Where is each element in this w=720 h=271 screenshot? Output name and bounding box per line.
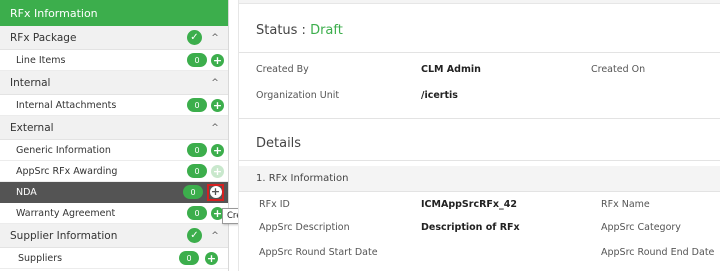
section-external[interactable]: External ^ — [0, 116, 228, 140]
sidebar-item-label: Suppliers — [18, 252, 63, 264]
rfx-name-label: RFx Name — [601, 198, 650, 210]
count-badge: 0 — [187, 164, 207, 178]
created-by-value: CLM Admin — [421, 63, 481, 75]
sidebar-item-label: Generic Information — [16, 144, 111, 156]
check-icon: ✓ — [187, 30, 202, 45]
add-association-highlight[interactable]: + — [207, 183, 224, 201]
field-row-description: AppSrc Description Description of RFx Ap… — [239, 215, 720, 239]
count-badge: 0 — [183, 185, 203, 199]
check-icon: ✓ — [187, 228, 202, 243]
add-icon[interactable]: + — [211, 98, 224, 112]
sidebar-item-nda[interactable]: NDA 0 + — [0, 182, 228, 203]
sidebar-item-appsrc-rfx-awarding[interactable]: AppSrc RFx Awarding 0 + — [0, 161, 228, 182]
sidebar-item-label: AppSrc RFx Awarding — [16, 165, 118, 177]
section-label: External — [10, 121, 54, 134]
description-label: AppSrc Description — [259, 221, 350, 233]
count-badge: 0 — [179, 251, 199, 265]
count-badge: 0 — [187, 98, 207, 112]
sidebar-item-label: Warranty Agreement — [16, 207, 116, 219]
field-row-round-dates: AppSrc Round Start Date AppSrc Round End… — [239, 240, 720, 264]
status-label: Status : — [256, 23, 306, 38]
field-row-org-unit: Organization Unit /icertis — [239, 83, 720, 107]
section-internal[interactable]: Internal ^ — [0, 71, 228, 95]
chevron-up-icon[interactable]: ^ — [210, 78, 220, 88]
add-icon[interactable]: + — [211, 143, 224, 157]
section-rfx-information[interactable]: 1. RFx Information — [239, 166, 720, 192]
add-icon[interactable]: + — [211, 164, 224, 178]
sidebar-item-internal-attachments[interactable]: Internal Attachments 0 + — [0, 95, 228, 116]
sidebar-item-line-items[interactable]: Line Items 0 + — [0, 50, 228, 71]
top-bar — [239, 0, 720, 4]
status-line: Status : Draft — [256, 23, 343, 38]
main-panel: Status : Draft Created By CLM Admin Crea… — [238, 0, 720, 271]
round-start-date-label: AppSrc Round Start Date — [259, 246, 378, 258]
add-icon[interactable]: + — [205, 251, 218, 265]
details-title: Details — [256, 136, 302, 151]
round-end-date-label: AppSrc Round End Date — [601, 246, 715, 258]
section-label: RFx Package — [10, 31, 77, 44]
org-unit-value: /icertis — [421, 89, 458, 101]
chevron-up-icon[interactable]: ^ — [210, 123, 220, 133]
sidebar-item-warranty-agreement[interactable]: Warranty Agreement 0 + — [0, 203, 228, 224]
sidebar-header: RFx Information — [0, 0, 228, 26]
sidebar-item-generic-information[interactable]: Generic Information 0 + — [0, 140, 228, 161]
section-supplier-information[interactable]: Supplier Information ✓ ^ — [0, 224, 228, 248]
chevron-up-icon[interactable]: ^ — [210, 231, 220, 241]
section-label: Internal — [10, 76, 51, 89]
divider — [239, 118, 720, 119]
status-value: Draft — [310, 23, 343, 38]
field-row-created: Created By CLM Admin Created On — [239, 57, 720, 81]
field-row-rfx-id: RFx ID ICMAppSrcRFx_42 RFx Name — [239, 192, 720, 216]
description-value: Description of RFx — [421, 221, 520, 233]
rfx-id-label: RFx ID — [259, 198, 290, 210]
add-icon[interactable]: + — [209, 186, 222, 198]
created-by-label: Created By — [256, 63, 309, 75]
sidebar-item-label: NDA — [16, 186, 37, 198]
sidebar-item-label: Line Items — [16, 54, 66, 66]
count-badge: 0 — [187, 206, 207, 220]
sidebar: RFx Information RFx Package ✓ ^ Line Ite… — [0, 0, 229, 271]
divider — [239, 52, 720, 53]
sidebar-item-label: Internal Attachments — [16, 99, 117, 111]
created-on-label: Created On — [591, 63, 646, 75]
category-label: AppSrc Category — [601, 221, 681, 233]
section-label: Supplier Information — [10, 229, 118, 242]
chevron-up-icon[interactable]: ^ — [210, 33, 220, 43]
rfx-id-value: ICMAppSrcRFx_42 — [421, 198, 517, 210]
add-icon[interactable]: + — [211, 53, 224, 67]
divider — [239, 160, 720, 161]
count-badge: 0 — [187, 143, 207, 157]
section-rfx-package[interactable]: RFx Package ✓ ^ — [0, 26, 228, 50]
sidebar-item-suppliers[interactable]: Suppliers 0 + — [0, 248, 228, 269]
count-badge: 0 — [187, 53, 207, 67]
org-unit-label: Organization Unit — [256, 89, 340, 101]
